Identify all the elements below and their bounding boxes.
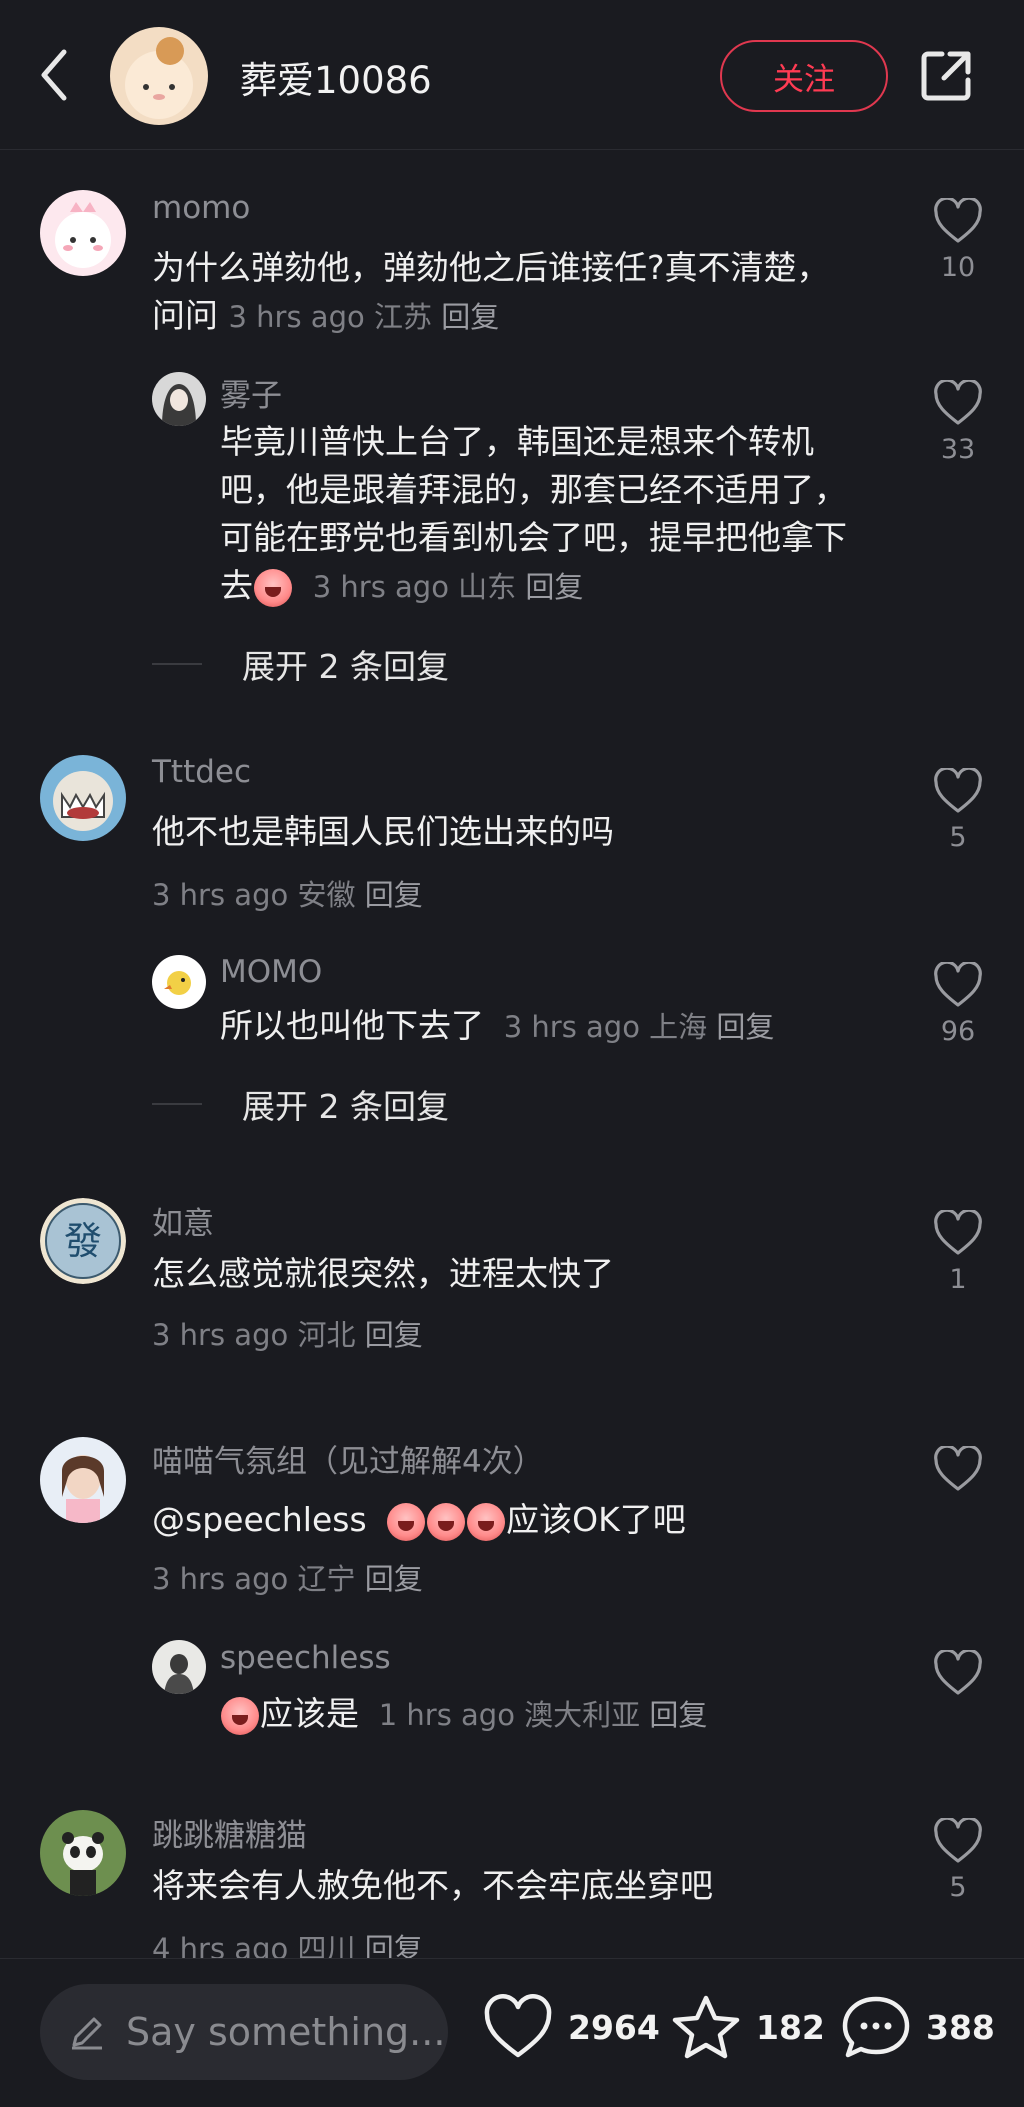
pencil-icon (72, 2017, 102, 2050)
heart-icon (934, 380, 982, 425)
expand-replies-button[interactable]: 展开 2 条回复 (152, 640, 449, 688)
comment-username[interactable]: momo (152, 190, 250, 226)
chat-bubble-icon (842, 1996, 910, 2058)
star-icon (672, 1995, 740, 2059)
comment-meta: 4 hrs ago 四川 回复 (152, 1926, 423, 1958)
comment-avatar[interactable] (40, 190, 126, 276)
like-button[interactable]: 5 (930, 768, 986, 853)
favorite-total: 182 (756, 2007, 825, 2047)
like-count: 1 (949, 1264, 967, 1295)
back-button[interactable] (34, 45, 74, 105)
divider (152, 1103, 202, 1105)
emoji-icon (467, 1502, 506, 1541)
reply-link[interactable]: 回复 (365, 1932, 423, 1958)
heart-icon (484, 1994, 552, 2058)
comment-text[interactable]: @speechless 应该OK了吧 (152, 1496, 912, 1544)
chevron-left-icon (41, 49, 67, 101)
comment-input-placeholder: Say something... (126, 2010, 446, 2054)
crying-emoji-icon (254, 568, 292, 607)
comment-avatar[interactable]: 發 (40, 1198, 126, 1284)
reply-meta: 1 hrs ago 澳大利亚 回复 (378, 1698, 708, 1732)
comment-avatar[interactable] (40, 1810, 126, 1896)
reply-link[interactable]: 回复 (525, 570, 583, 604)
favorite-button[interactable]: 182 (670, 1994, 825, 2060)
comment-avatar[interactable] (40, 1437, 126, 1523)
like-button[interactable]: 33 (930, 380, 986, 465)
heart-icon (934, 1818, 982, 1863)
share-external-icon (921, 51, 971, 101)
reply-username[interactable]: MOMO (220, 954, 322, 990)
comment-total: 388 (926, 2007, 995, 2047)
like-button[interactable]: 5 (930, 1818, 986, 1903)
like-count: 33 (940, 434, 976, 465)
emoji-icon (387, 1502, 426, 1541)
reply-meta: 3 hrs ago 上海 回复 (503, 1010, 775, 1044)
share-button[interactable] (918, 48, 974, 104)
like-total: 2964 (568, 2007, 660, 2047)
svg-text:發: 發 (64, 1219, 102, 1263)
comment-meta: 3 hrs ago 河北 回复 (152, 1318, 423, 1352)
emoji-icon (221, 1696, 259, 1735)
reply-avatar[interactable] (152, 372, 206, 426)
bottom-action-bar: Say something... 2964 182 388 (0, 1958, 1024, 2107)
reply-avatar[interactable] (152, 955, 206, 1009)
comment-meta: 3 hrs ago 江苏 回复 (228, 300, 500, 334)
comment-text[interactable]: 怎么感觉就很突然，进程太快了 (152, 1250, 912, 1298)
follow-button[interactable]: 关注 (720, 40, 888, 112)
reply-link[interactable]: 回复 (365, 878, 423, 912)
comment-text[interactable]: 他不也是韩国人民们选出来的吗 (152, 808, 912, 856)
like-count: 10 (940, 252, 976, 283)
reply-text[interactable]: 毕竟川普快上台了，韩国还是想来个转机吧，他是跟着拜混的，那套已经不适用了，可能在… (220, 418, 860, 611)
reply-avatar[interactable] (152, 1640, 206, 1694)
expand-replies-button[interactable]: 展开 2 条回复 (152, 1080, 449, 1128)
like-post-button[interactable]: 2964 (482, 1994, 660, 2060)
like-button[interactable] (930, 1650, 986, 1696)
author-name[interactable]: 葬爱10086 (240, 50, 432, 104)
comments-button[interactable]: 388 (840, 1994, 995, 2060)
comment-username[interactable]: 跳跳糖糖猫 (152, 1810, 307, 1855)
comment-username[interactable]: 喵喵气氛组（见过解解4次） (152, 1436, 544, 1481)
reply-text[interactable]: 所以也叫他下去了 3 hrs ago 上海 回复 (220, 1002, 880, 1051)
comment-username[interactable]: Tttdec (152, 754, 251, 790)
reply-link[interactable]: 回复 (365, 1318, 423, 1352)
author-avatar[interactable] (110, 27, 208, 125)
heart-icon (934, 962, 982, 1007)
heart-icon (934, 1446, 982, 1491)
comment-meta: 3 hrs ago 辽宁 回复 (152, 1562, 423, 1596)
reply-link[interactable]: 回复 (441, 300, 499, 334)
like-button[interactable] (930, 1446, 986, 1492)
divider (152, 663, 202, 665)
comment-meta: 3 hrs ago 安徽 回复 (152, 878, 423, 912)
heart-icon (934, 1210, 982, 1255)
heart-icon (934, 198, 982, 243)
comment-input[interactable]: Say something... (40, 1984, 448, 2080)
reply-text[interactable]: 应该是 1 hrs ago 澳大利亚 回复 (220, 1690, 880, 1739)
like-button[interactable]: 10 (930, 198, 986, 283)
heart-icon (934, 1650, 982, 1695)
emoji-icon (427, 1502, 466, 1541)
like-count: 5 (949, 822, 967, 853)
like-count: 5 (949, 1872, 967, 1903)
heart-icon (934, 768, 982, 813)
reply-link[interactable]: 回复 (716, 1010, 774, 1044)
like-count: 96 (940, 1016, 976, 1047)
comment-text[interactable]: 为什么弹劾他，弹劾他之后谁接任?真不清楚，问问 3 hrs ago 江苏 回复 (152, 244, 852, 341)
reply-link[interactable]: 回复 (365, 1562, 423, 1596)
comment-avatar[interactable] (40, 755, 126, 841)
top-bar: 葬爱10086 关注 (0, 0, 1024, 150)
reply-meta: 3 hrs ago 山东 回复 (312, 570, 584, 604)
like-button[interactable]: 1 (930, 1210, 986, 1295)
reply-username[interactable]: 雾子 (220, 370, 282, 415)
like-button[interactable]: 96 (930, 962, 986, 1047)
comment-username[interactable]: 如意 (152, 1198, 214, 1243)
mention-link[interactable]: @speechless (152, 1500, 367, 1539)
comment-text[interactable]: 将来会有人赦免他不，不会牢底坐穿吧 (152, 1862, 912, 1910)
reply-username[interactable]: speechless (220, 1640, 391, 1676)
reply-link[interactable]: 回复 (649, 1698, 707, 1732)
comment-list[interactable]: momo 为什么弹劾他，弹劾他之后谁接任?真不清楚，问问 3 hrs ago 江… (0, 150, 1024, 1958)
